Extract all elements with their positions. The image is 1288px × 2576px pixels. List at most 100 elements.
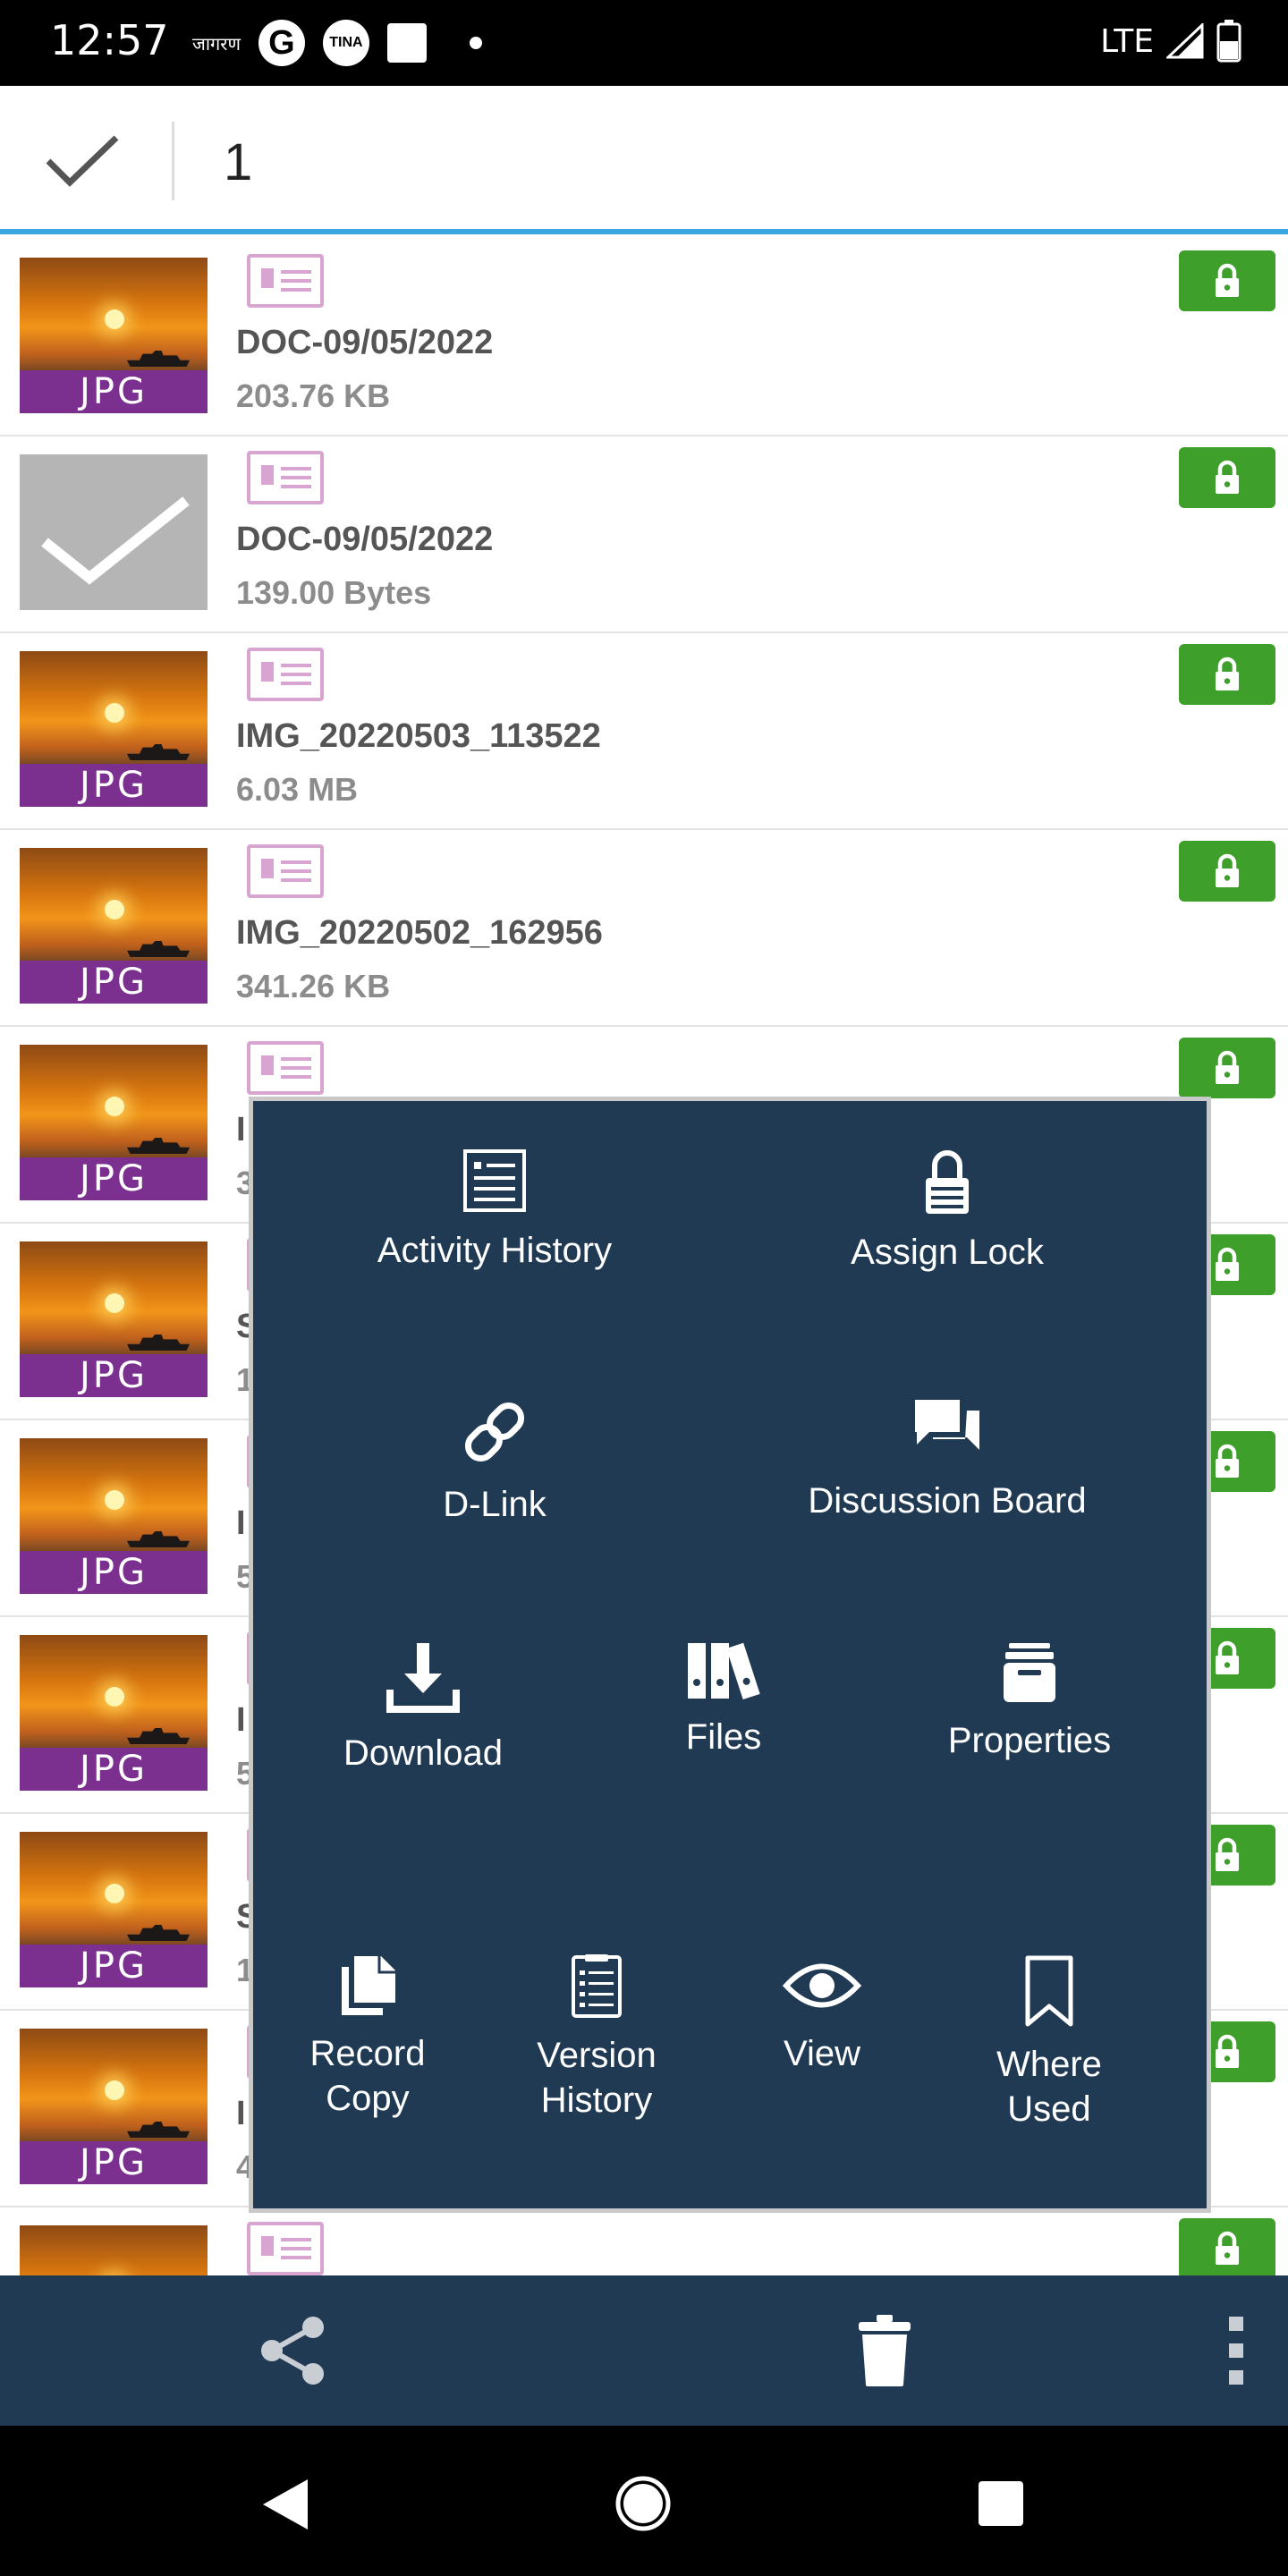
document-card-icon bbox=[247, 451, 324, 504]
file-type-badge: JPG bbox=[20, 961, 208, 1004]
notification-icons: जागरण G TINA bbox=[192, 20, 482, 66]
activity-history-icon bbox=[463, 1149, 526, 1212]
context-menu: Activity History Assign Lock D-Link Disc… bbox=[249, 1097, 1211, 2213]
copy-icon bbox=[342, 1956, 395, 2015]
file-size: 139.00 Bytes bbox=[236, 574, 432, 611]
lock-button[interactable] bbox=[1179, 841, 1275, 902]
lock-icon bbox=[1216, 460, 1239, 494]
share-icon bbox=[261, 2317, 324, 2385]
document-card-icon bbox=[247, 844, 324, 898]
file-name: I bbox=[236, 2095, 246, 2132]
discussion-icon bbox=[915, 1400, 979, 1450]
file-row[interactable]: DOC-09/05/2022 139.00 Bytes bbox=[0, 436, 1288, 633]
lock-button[interactable] bbox=[1179, 447, 1275, 508]
file-thumbnail[interactable]: JPG bbox=[20, 258, 208, 413]
jagran-app-icon: जागरण bbox=[192, 32, 241, 55]
file-row[interactable]: JPG DOC-09/05/2022 203.76 KB bbox=[0, 240, 1288, 436]
lock-icon bbox=[1216, 2034, 1239, 2068]
selection-header: 1 bbox=[0, 86, 1288, 234]
file-thumbnail[interactable]: JPG bbox=[20, 1045, 208, 1200]
file-size: 6.03 MB bbox=[236, 771, 359, 808]
download-label: Download bbox=[343, 1733, 503, 1773]
discussion-board-button[interactable]: Discussion Board bbox=[777, 1396, 1117, 1523]
file-name: I bbox=[236, 1504, 246, 1542]
tina-app-icon: TINA bbox=[322, 20, 369, 66]
file-thumbnail[interactable]: JPG bbox=[20, 651, 208, 807]
lock-button[interactable] bbox=[1179, 250, 1275, 311]
recents-icon[interactable] bbox=[977, 2479, 1025, 2528]
lock-button[interactable] bbox=[1179, 644, 1275, 705]
file-type-badge: JPG bbox=[20, 1748, 208, 1791]
google-icon: G bbox=[258, 20, 305, 66]
file-name: IMG_20220503_113522 bbox=[236, 717, 601, 755]
lock-button[interactable] bbox=[1179, 1038, 1275, 1098]
status-bar: 12:57 जागरण G TINA LTE bbox=[0, 0, 1288, 86]
discussion-board-label: Discussion Board bbox=[808, 1481, 1087, 1521]
view-button[interactable]: View bbox=[725, 1954, 919, 2076]
record-copy-label: Record Copy bbox=[309, 2034, 426, 2118]
files-button[interactable]: Files bbox=[598, 1641, 849, 1759]
bottom-toolbar bbox=[0, 2275, 1288, 2426]
lock-icon bbox=[1216, 1837, 1239, 1871]
file-thumbnail[interactable]: JPG bbox=[20, 1635, 208, 1791]
file-thumbnail[interactable]: JPG bbox=[20, 2029, 208, 2184]
document-card-icon bbox=[247, 648, 324, 701]
file-thumbnail[interactable]: JPG bbox=[20, 1241, 208, 1397]
more-options-button[interactable] bbox=[1227, 2315, 1245, 2391]
selected-check-icon bbox=[41, 496, 190, 585]
where-used-button[interactable]: Where Used bbox=[953, 1954, 1146, 2131]
files-label: Files bbox=[685, 1717, 762, 1757]
back-icon[interactable] bbox=[259, 2478, 309, 2531]
lock-icon bbox=[1216, 853, 1239, 887]
file-type-badge: JPG bbox=[20, 1945, 208, 1987]
done-check-icon[interactable] bbox=[45, 132, 120, 190]
file-thumbnail[interactable]: JPG bbox=[20, 1832, 208, 1987]
lock-button[interactable] bbox=[1179, 2218, 1275, 2279]
file-thumbnail-selected[interactable] bbox=[20, 454, 208, 610]
more-vertical-icon bbox=[1229, 2317, 1243, 2385]
more-notifications-dot-icon bbox=[469, 37, 482, 49]
home-icon[interactable] bbox=[614, 2474, 673, 2533]
document-card-icon bbox=[247, 1041, 324, 1095]
file-type-badge: JPG bbox=[20, 1354, 208, 1397]
lock-icon bbox=[1216, 1247, 1239, 1281]
eye-icon bbox=[783, 1963, 861, 2008]
file-name: DOC-09/05/2022 bbox=[236, 324, 494, 361]
file-row[interactable]: JPG IMG_20220502_162956 341.26 KB bbox=[0, 830, 1288, 1027]
link-icon bbox=[464, 1402, 525, 1462]
file-name: IMG_20220502_162956 bbox=[236, 914, 603, 952]
lock-icon bbox=[1216, 2231, 1239, 2265]
assign-lock-label: Assign Lock bbox=[851, 1233, 1044, 1272]
file-type-badge: JPG bbox=[20, 1551, 208, 1594]
d-link-label: D-Link bbox=[443, 1485, 547, 1524]
assign-lock-button[interactable]: Assign Lock bbox=[795, 1148, 1099, 1275]
version-history-icon bbox=[572, 1954, 622, 2018]
battery-icon bbox=[1216, 20, 1241, 63]
lock-icon bbox=[1216, 1050, 1239, 1084]
square-notification-icon bbox=[386, 23, 427, 63]
file-type-badge: JPG bbox=[20, 2141, 208, 2184]
record-copy-button[interactable]: Record Copy bbox=[271, 1954, 464, 2121]
version-history-button[interactable]: Version History bbox=[500, 1954, 693, 2123]
file-size: 341.26 KB bbox=[236, 968, 391, 1004]
file-thumbnail[interactable]: JPG bbox=[20, 848, 208, 1004]
signal-icon bbox=[1166, 23, 1204, 59]
download-button[interactable]: Download bbox=[298, 1641, 548, 1775]
delete-button[interactable] bbox=[855, 2313, 914, 2393]
download-icon bbox=[386, 1643, 460, 1713]
file-thumbnail[interactable]: JPG bbox=[20, 1438, 208, 1594]
d-link-button[interactable]: D-Link bbox=[343, 1396, 647, 1527]
lock-icon bbox=[1216, 1444, 1239, 1478]
file-row[interactable]: JPG IMG_20220503_113522 6.03 MB bbox=[0, 633, 1288, 830]
file-name: I bbox=[236, 1111, 246, 1148]
android-nav-bar bbox=[0, 2426, 1288, 2576]
share-button[interactable] bbox=[256, 2313, 331, 2393]
version-history-label: Version History bbox=[537, 2036, 657, 2120]
file-type-badge: JPG bbox=[20, 1157, 208, 1200]
properties-label: Properties bbox=[947, 1721, 1112, 1760]
activity-history-button[interactable]: Activity History bbox=[343, 1148, 647, 1273]
properties-button[interactable]: Properties bbox=[886, 1641, 1173, 1763]
trash-icon bbox=[859, 2315, 911, 2386]
document-card-icon bbox=[247, 2222, 324, 2275]
network-type: LTE bbox=[1100, 22, 1154, 60]
